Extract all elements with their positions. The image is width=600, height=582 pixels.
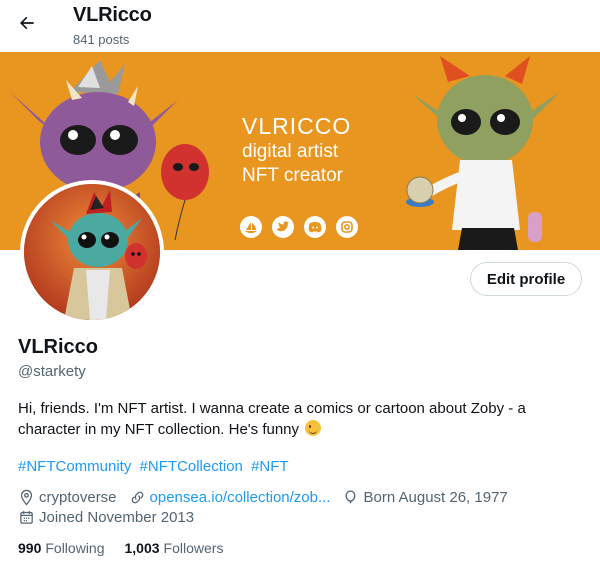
edit-profile-button[interactable]: Edit profile: [470, 262, 582, 296]
following-count: 990: [18, 540, 42, 556]
joined-text: Joined November 2013: [39, 509, 195, 526]
discord-icon: [304, 216, 326, 238]
balloon-icon: [346, 490, 356, 504]
followers-label: Followers: [163, 540, 224, 556]
avatar-illustration: [24, 184, 160, 320]
header-title: VLRicco: [73, 4, 152, 26]
banner-text: VLRICCO digital artist NFT creator: [242, 112, 351, 188]
bio-hashtags: #NFTCommunity #NFTCollection #NFT: [18, 458, 293, 475]
profile-name: VLRicco: [18, 336, 99, 358]
birthday-item: Born August 26, 1977: [342, 489, 508, 506]
arrow-left-icon: [20, 16, 34, 30]
website-item[interactable]: opensea.io/collection/zob...: [129, 489, 331, 506]
joined-item: Joined November 2013: [18, 509, 194, 526]
banner-social-icons: [240, 216, 358, 238]
hashtag-link[interactable]: #NFT: [251, 458, 289, 475]
banner-line-1: VLRICCO: [242, 113, 352, 139]
profile-meta-row: cryptoverse opensea.io/collection/zob...…: [18, 489, 520, 506]
opensea-icon: [240, 216, 262, 238]
location-item: cryptoverse: [18, 489, 117, 506]
post-count: 841 posts: [73, 32, 130, 47]
green-alien-art: [406, 56, 560, 250]
followers-count: 1,003: [124, 540, 160, 556]
hashtag-link[interactable]: #NFTCommunity: [18, 458, 131, 475]
location-text: cryptoverse: [39, 489, 117, 506]
calendar-icon: [20, 511, 33, 524]
balloon-art: [161, 144, 209, 241]
hashtag-link[interactable]: #NFTCollection: [140, 458, 243, 475]
winking-face-emoji-icon: [305, 420, 322, 436]
bio-text: Hi, friends. I'm NFT artist. I wanna cre…: [18, 400, 526, 438]
banner-line-2: digital artist: [242, 141, 339, 162]
profile-handle: @starkety: [18, 363, 86, 380]
banner-line-3: NFT creator: [242, 165, 344, 186]
profile-header: VLRicco 841 posts: [0, 0, 600, 52]
profile-bio: Hi, friends. I'm NFT artist. I wanna cre…: [18, 398, 578, 440]
instagram-icon: [336, 216, 358, 238]
profile-meta-row-2: Joined November 2013: [18, 509, 206, 526]
following-link[interactable]: 990 Following: [18, 540, 105, 556]
link-icon: [131, 491, 143, 504]
website-link[interactable]: opensea.io/collection/zob...: [150, 489, 331, 506]
twitter-icon: [272, 216, 294, 238]
avatar[interactable]: [20, 180, 164, 324]
birthday-text: Born August 26, 1977: [363, 489, 508, 506]
back-button[interactable]: [12, 8, 42, 38]
follow-stats: 990 Following 1,003 Followers: [18, 540, 243, 556]
following-label: Following: [45, 540, 105, 556]
location-pin-icon: [20, 489, 33, 506]
followers-link[interactable]: 1,003 Followers: [125, 540, 224, 556]
